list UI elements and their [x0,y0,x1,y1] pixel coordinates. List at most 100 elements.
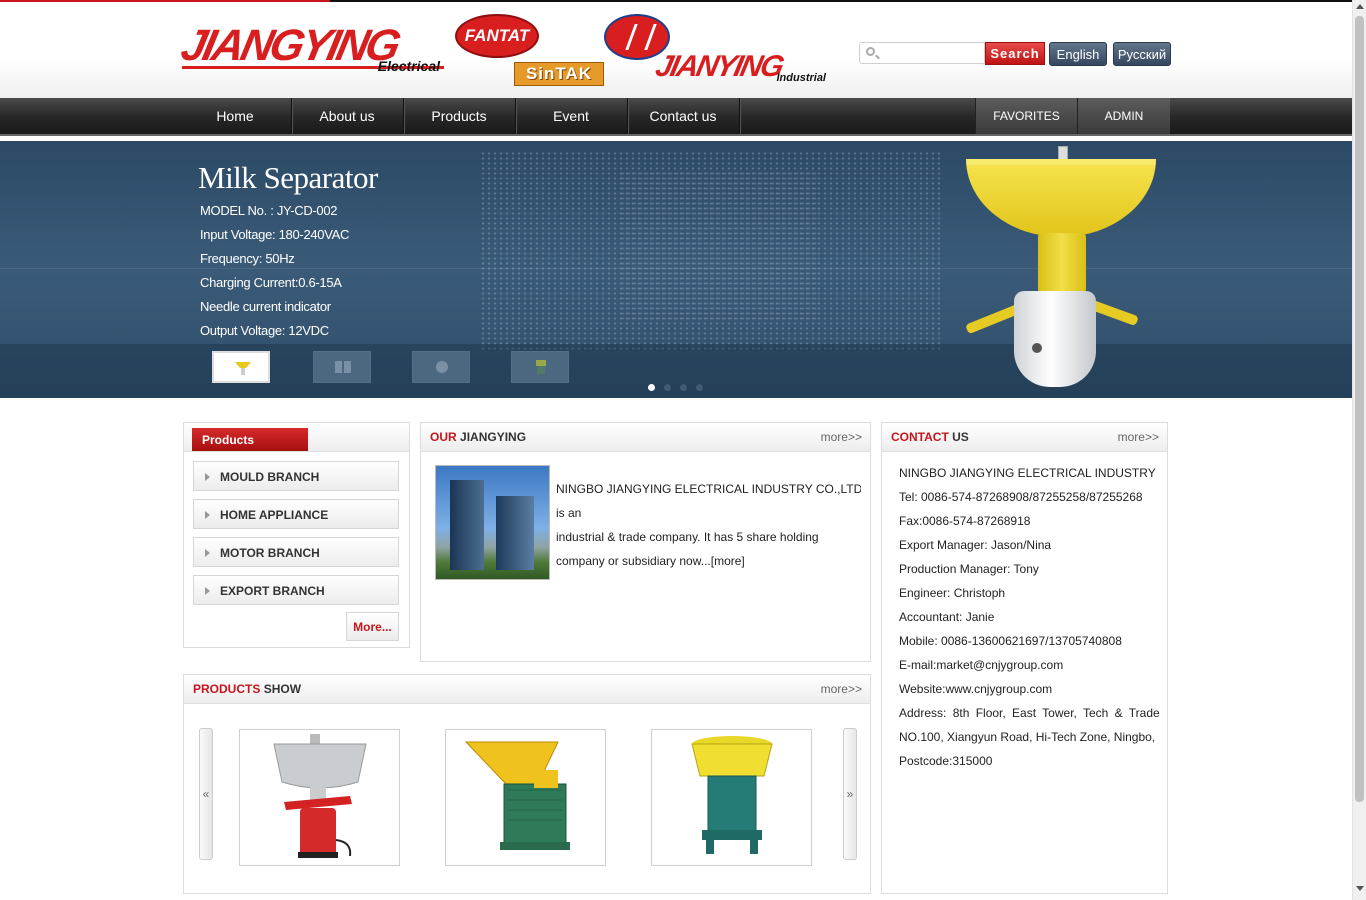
fantat-logo: FANTAT [455,14,539,58]
jiangying-electrical-logo[interactable]: JIANGYING Electrical [177,20,444,76]
nav-contact-us[interactable]: Contact us [627,98,740,134]
contact-company: NINGBO JIANGYING ELECTRICAL INDUSTRY [899,466,1156,480]
nav-home[interactable]: Home [179,98,292,134]
branch-label: MOULD BRANCH [220,470,320,484]
scrollbar-thumb[interactable] [1355,16,1364,802]
language-russian-button[interactable]: Русский [1113,42,1171,66]
branch-label: EXPORT BRANCH [220,584,325,598]
about-panel-title: OUR JIANGYING [430,430,526,444]
scroll-down-icon[interactable] [1356,886,1364,891]
banner-spec-line: Frequency: 50Hz [200,251,295,266]
nav-admin[interactable]: ADMIN [1077,98,1170,134]
milk-separator-red-image [273,734,367,858]
branch-mould[interactable]: MOULD BRANCH [193,461,399,491]
search-button[interactable]: Search [985,42,1045,65]
banner-spec-line: Output Voltage: 12VDC [200,323,329,338]
page-scrollbar[interactable] [1352,0,1366,900]
nav-products[interactable]: Products [403,98,516,134]
banner-dot-4[interactable] [696,384,703,391]
logo-industrial-text: JIANYING [652,50,786,83]
contact-tel: Tel: 0086-574-87268908/87255258/87255268 [899,490,1143,504]
banner-thumb-strip [0,344,1352,398]
contact-accountant: Accountant: Janie [899,610,995,624]
show-title-rest: SHOW [263,682,302,696]
search-input[interactable] [882,45,986,63]
branch-motor[interactable]: MOTOR BRANCH [193,537,399,567]
banner-title: Milk Separator [198,160,378,195]
language-english-button[interactable]: English [1049,42,1107,66]
grinder-thumb-icon [536,360,546,374]
product-base [1014,291,1096,387]
about-title-red: OUR [430,430,457,444]
main-nav: Home About us Products Event Contact us … [0,98,1352,136]
banner-thumb-3[interactable] [412,351,470,383]
branch-home-appliance[interactable]: HOME APPLIANCE [193,499,399,529]
contact-title-rest: US [952,430,969,444]
banner-thumb-1[interactable] [212,351,270,383]
contact-engineer: Engineer: Christoph [899,586,1006,600]
show-panel-title: PRODUCTS SHOW [193,682,301,696]
show-next-button[interactable]: » [843,728,857,860]
banner-dot-1[interactable] [648,384,655,391]
show-product-1[interactable] [239,729,400,866]
contact-address-2: NO.100, Xiangyun Road, Hi-Tech Zone, Nin… [899,730,1156,744]
contact-website: Website:www.cnjygroup.com [899,682,1053,696]
banner-thumb-2[interactable] [313,351,371,383]
motor-thumb-icon [436,361,448,373]
caret-right-icon [205,587,210,595]
banner-spec-line: Input Voltage: 180-240VAC [200,227,350,242]
show-title-red: PRODUCTS [193,682,261,696]
product-bowl [966,159,1156,237]
contact-more-link[interactable]: more>> [1118,430,1159,444]
contact-panel-title: CONTACT US [891,430,969,444]
mould-thumb-icon [335,361,351,373]
products-show-panel: PRODUCTS SHOW more>> « » [183,674,871,894]
nav-about-us[interactable]: About us [291,98,404,134]
contact-production-manager: Production Manager: Tony [899,562,1039,576]
product-neck [1038,233,1086,293]
building-tower-right [496,496,534,570]
contact-panel-header: CONTACT US more>> [882,423,1167,452]
show-prev-button[interactable]: « [199,728,213,860]
caret-right-icon [205,549,210,557]
banner-thumb-4[interactable] [511,351,569,383]
company-building-image [435,465,550,580]
banner-spec-line: Charging Current:0.6-15A [200,275,342,290]
branch-label: MOTOR BRANCH [220,546,320,560]
banner-dot-3[interactable] [680,384,687,391]
show-product-2[interactable] [445,729,606,866]
product-switch [1032,343,1042,353]
contact-postcode: Postcode:315000 [899,754,993,768]
products-tab[interactable]: Products [192,428,308,451]
hero-banner[interactable]: Milk Separator MODEL No. : JY-CD-002 Inp… [0,141,1352,398]
show-more-link[interactable]: more>> [821,682,862,696]
about-more-link[interactable]: more>> [821,430,862,444]
branch-label: HOME APPLIANCE [220,508,329,522]
contact-address-1: Address: 8th Floor, East Tower, Tech & T… [899,706,1160,720]
sintak-logo: SinTAK [514,62,604,86]
world-map-background-detail [620,171,820,321]
scroll-up-icon[interactable] [1356,4,1364,9]
show-product-3[interactable] [651,729,812,866]
fantat-logo-text: FANTAT [464,26,530,45]
banner-dot-2[interactable] [664,384,671,391]
about-text-line: NINGBO JIANGYING ELECTRICAL INDUSTRY CO.… [556,482,861,496]
milk-separator-thumb-icon [235,362,251,375]
nav-event[interactable]: Event [515,98,628,134]
nav-favorites[interactable]: FAVORITES [975,98,1077,134]
search-box [859,42,986,64]
branch-export[interactable]: EXPORT BRANCH [193,575,399,605]
products-panel: Products MOULD BRANCH HOME APPLIANCE MOT… [183,422,410,648]
green-grinder-image [691,736,773,854]
contact-export-manager: Export Manager: Jason/Nina [899,538,1052,552]
logo-industrial-sub: Industrial [776,72,826,84]
sintak-logo-text: SinTAK [525,64,593,83]
logo-main-text: JIANGYING [176,21,403,70]
logo-main-sub: Electrical [377,58,440,74]
about-title-rest: JIANGYING [460,430,527,444]
products-more-button[interactable]: More... [346,612,399,641]
about-panel-header: OUR JIANGYING more>> [421,423,870,452]
contact-fax: Fax:0086-574-87268918 [899,514,1031,528]
about-text-line: industrial & trade company. It has 5 sha… [556,530,819,544]
about-text-line-more[interactable]: company or subsidiary now...[more] [556,554,861,568]
